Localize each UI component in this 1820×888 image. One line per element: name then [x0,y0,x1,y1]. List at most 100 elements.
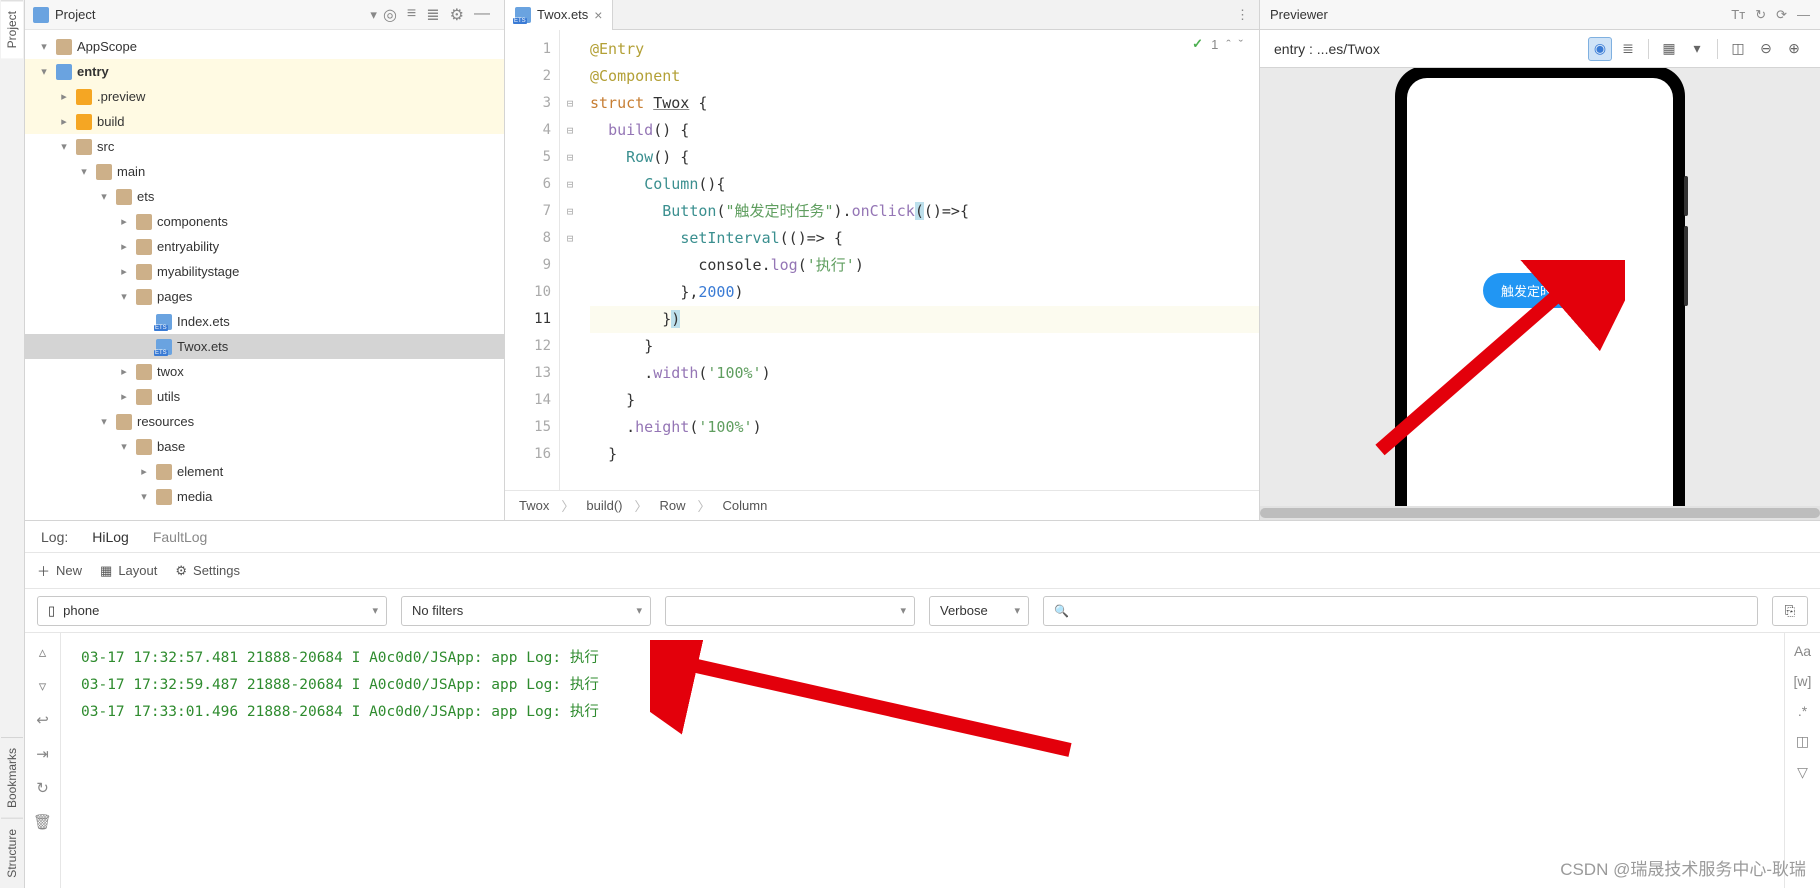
inspect-icon[interactable]: ◉ [1588,37,1612,61]
folder-icon [156,489,172,505]
settings-button[interactable]: ⚙Settings [175,563,240,579]
previewer-title: Previewer [1270,7,1723,22]
breadcrumb-item[interactable]: Row [660,498,686,513]
close-icon[interactable]: × [594,7,602,23]
preview-scrollbar[interactable] [1260,506,1820,520]
wrap-icon[interactable]: ↩ [36,711,49,729]
hide-icon[interactable]: — [474,5,490,25]
phone-icon: ▯ [48,603,55,619]
word-icon[interactable]: [w] [1794,673,1812,689]
project-header: Project ▾ ◎ ≡ ≣ ⚙ — [25,0,504,30]
tree-item-media[interactable]: ▾media [25,484,504,509]
hide-panel-icon[interactable]: — [1797,7,1810,23]
regex-icon[interactable]: .* [1798,703,1807,719]
new-button[interactable]: ＋New [37,561,82,580]
dropdown-icon[interactable]: ▾ [1685,37,1709,61]
breadcrumb-item[interactable]: Twox [519,498,549,513]
preview-button[interactable]: 触发定时任务 [1483,273,1597,308]
device-select[interactable]: ▯phone [37,596,387,626]
tree-item-ets[interactable]: ▾ets [25,184,504,209]
project-icon [33,7,49,23]
tab-structure[interactable]: Structure [1,818,23,888]
tree-item-src[interactable]: ▾src [25,134,504,159]
tab-overflow-icon[interactable]: ⋮ [1226,7,1259,23]
editor-tab-bar: Twox.ets × ⋮ [505,0,1259,30]
gear-icon: ⚙ [175,563,187,579]
editor-body[interactable]: 12345678910111213141516 ⊟⊟⊟⊟⊟⊟ @Entry@Co… [505,30,1259,490]
grid-icon[interactable]: ▦ [1657,37,1681,61]
level-select[interactable]: Verbose [929,596,1029,626]
next-problem-icon[interactable]: ˇ [1239,37,1243,52]
tree-item-appscope[interactable]: ▾AppScope [25,34,504,59]
code-area[interactable]: @Entry@Componentstruct Twox { build() { … [580,30,1259,490]
regex-button[interactable]: ⎘ [1772,596,1808,626]
log-label: Log: [41,529,68,545]
tree-item-components[interactable]: ▸components [25,209,504,234]
tab-faultlog[interactable]: FaultLog [153,529,207,545]
editor-tab[interactable]: Twox.ets × [505,0,613,30]
fold-column[interactable]: ⊟⊟⊟⊟⊟⊟ [560,30,580,490]
file-icon [156,339,172,355]
tab-hilog[interactable]: HiLog [92,529,129,545]
log-output[interactable]: 03-17 17:32:57.481 21888-20684 I A0c0d0/… [61,633,1784,888]
tree-item-build[interactable]: ▸build [25,109,504,134]
folder-icon [56,64,72,80]
tree-item-resources[interactable]: ▾resources [25,409,504,434]
breadcrumb[interactable]: Twox〉build()〉Row〉Column [505,490,1259,520]
tree-item-main[interactable]: ▾main [25,159,504,184]
breadcrumb-item[interactable]: Column [723,498,768,513]
scroll-end-icon[interactable]: ⇥ [36,745,49,763]
line-gutter: 12345678910111213141516 [505,30,560,490]
tab-label: Twox.ets [537,7,588,22]
folder-icon [96,164,112,180]
font-scale-icon[interactable]: Tᴛ [1731,7,1745,23]
tree-item-twox[interactable]: ▸twox [25,359,504,384]
process-select[interactable] [665,596,915,626]
filter-icon[interactable]: ▽ [1797,764,1808,781]
tree-item-base[interactable]: ▾base [25,434,504,459]
tree-item--preview[interactable]: ▸.preview [25,84,504,109]
locate-icon[interactable]: ◎ [383,5,397,25]
folder-icon [136,364,152,380]
collapse-icon[interactable]: ≣ [426,5,439,25]
breadcrumb-item[interactable]: build() [586,498,622,513]
expand-icon[interactable]: ≡ [407,5,416,25]
watermark: CSDN @瑞晟技术服务中心-耿瑞 [1560,855,1806,880]
filter-select[interactable]: No filters [401,596,651,626]
tree-item-entry[interactable]: ▾entry [25,59,504,84]
tree-item-twox-ets[interactable]: Twox.ets [25,334,504,359]
tab-project[interactable]: Project [1,0,23,58]
case-icon[interactable]: Aa [1794,643,1811,659]
tree-item-pages[interactable]: ▾pages [25,284,504,309]
tree-item-utils[interactable]: ▸utils [25,384,504,409]
layout-icon: ▦ [100,563,112,579]
tree-item-index-ets[interactable]: Index.ets [25,309,504,334]
tab-bookmarks[interactable]: Bookmarks [1,737,23,818]
rotate-icon[interactable]: ⟳ [1776,7,1787,23]
tree-item-entryability[interactable]: ▸entryability [25,234,504,259]
phone-screen[interactable]: 触发定时任务 [1407,78,1673,520]
preview-canvas: 触发定时任务 [1260,68,1820,520]
search-input[interactable] [1043,596,1758,626]
project-tree[interactable]: ▾AppScope▾entry▸.preview▸build▾src▾main▾… [25,30,504,520]
gear-icon[interactable]: ⚙ [450,5,464,25]
previewer-panel: Previewer Tᴛ ↻ ⟳ — entry : ...es/Twox ◉ … [1260,0,1820,520]
crop-icon[interactable]: ◫ [1726,37,1750,61]
collapse-up-icon[interactable]: ▵ [39,643,47,661]
project-label[interactable]: Project [55,7,366,22]
trash-icon[interactable]: 🗑 [33,813,52,831]
layout-button[interactable]: ▦Layout [100,563,157,579]
folder-icon [156,464,172,480]
restart-icon[interactable]: ↻ [36,779,49,797]
tree-item-myabilitystage[interactable]: ▸myabilitystage [25,259,504,284]
tree-item-element[interactable]: ▸element [25,459,504,484]
folder-icon [56,39,72,55]
prev-problem-icon[interactable]: ˆ [1226,37,1230,52]
collapse-down-icon[interactable]: ▿ [39,677,47,695]
refresh-icon[interactable]: ↻ [1755,7,1766,23]
layers-icon[interactable]: ≣ [1616,37,1640,61]
zoom-out-icon[interactable]: ⊖ [1754,37,1778,61]
editor-status: ✓ 1 ˆ ˇ [1192,36,1243,52]
zoom-in-icon[interactable]: ⊕ [1782,37,1806,61]
split-icon[interactable]: ◫ [1796,733,1809,750]
